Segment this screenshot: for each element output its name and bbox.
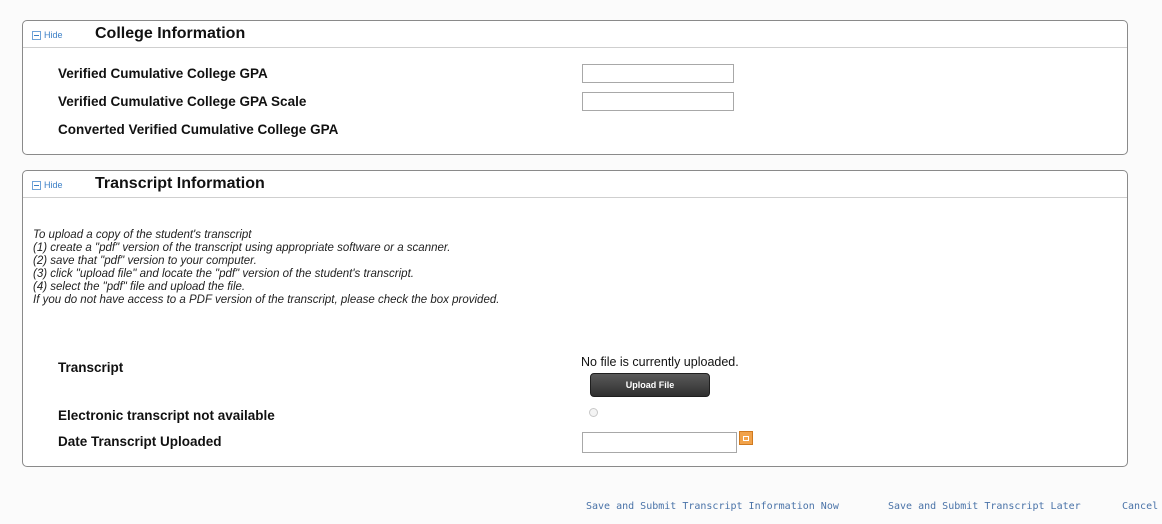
transcript-information-title: Transcript Information xyxy=(95,175,265,192)
transcript-hide-label: Hide xyxy=(44,180,63,190)
transcript-information-header: Hide Transcript Information xyxy=(23,171,1127,198)
instruction-line: (3) click "upload file" and locate the "… xyxy=(33,268,414,281)
college-information-header: Hide College Information xyxy=(23,21,1127,48)
instruction-line: (1) create a "pdf" version of the transc… xyxy=(33,242,451,255)
upload-instructions: To upload a copy of the student's transc… xyxy=(33,229,499,308)
no-file-message: No file is currently uploaded. xyxy=(581,355,739,369)
save-submit-now-link[interactable]: Save and Submit Transcript Information N… xyxy=(586,497,839,517)
instruction-line: To upload a copy of the student's transc… xyxy=(33,229,252,241)
date-uploaded-input[interactable] xyxy=(582,432,737,453)
transcript-not-available-label: Electronic transcript not available xyxy=(58,408,275,423)
instruction-line: (2) save that "pdf" version to your comp… xyxy=(33,255,257,268)
save-submit-later-link[interactable]: Save and Submit Transcript Later xyxy=(888,497,1081,517)
transcript-not-available-checkbox[interactable] xyxy=(589,408,598,417)
instruction-line: If you do not have access to a PDF versi… xyxy=(33,294,500,307)
transcript-hide-toggle[interactable]: Hide xyxy=(32,178,63,192)
gpa-scale-label: Verified Cumulative College GPA Scale xyxy=(58,94,307,109)
calendar-icon[interactable] xyxy=(739,431,753,445)
collapse-icon xyxy=(32,30,41,40)
collapse-icon xyxy=(32,180,41,190)
college-hide-toggle[interactable]: Hide xyxy=(32,28,63,42)
college-hide-label: Hide xyxy=(44,30,63,40)
college-information-panel: Hide College Information Verified Cumula… xyxy=(22,20,1128,155)
upload-file-button[interactable]: Upload File xyxy=(590,373,710,397)
cancel-link[interactable]: Cancel xyxy=(1122,497,1158,517)
transcript-label: Transcript xyxy=(58,360,124,375)
college-information-title: College Information xyxy=(95,25,246,42)
gpa-input[interactable] xyxy=(582,64,734,83)
converted-gpa-label: Converted Verified Cumulative College GP… xyxy=(58,122,339,137)
gpa-label: Verified Cumulative College GPA xyxy=(58,66,268,81)
gpa-scale-input[interactable] xyxy=(582,92,734,111)
instruction-line: (4) select the "pdf" file and upload the… xyxy=(33,281,246,294)
transcript-information-panel: Hide Transcript Information To upload a … xyxy=(22,170,1128,467)
date-uploaded-label: Date Transcript Uploaded xyxy=(58,434,222,449)
